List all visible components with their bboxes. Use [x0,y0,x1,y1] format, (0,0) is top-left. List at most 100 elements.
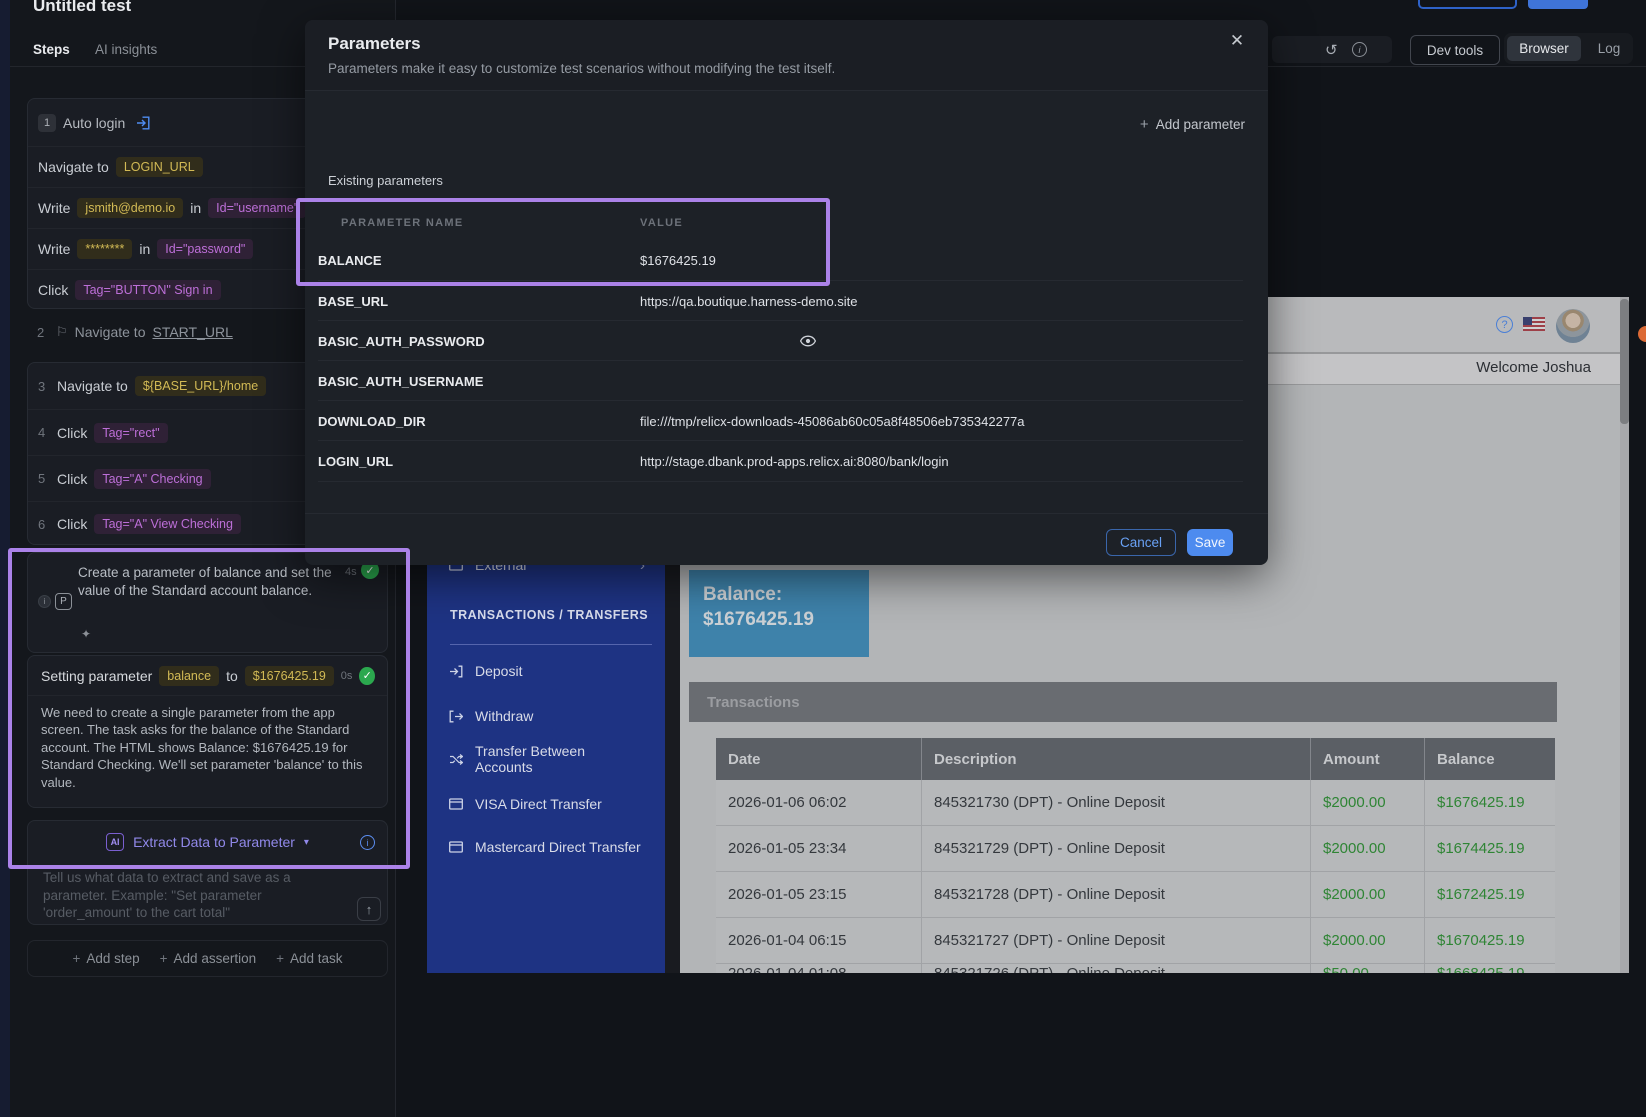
plus-icon: + [160,951,168,966]
primary-action-button-partial[interactable] [1528,0,1588,9]
col-date: Date [716,738,921,780]
save-button[interactable]: Save [1187,529,1233,556]
param-badge-balance[interactable]: balance [159,666,219,686]
param-row-balance[interactable]: BALANCE $1676425.19 [318,240,1243,280]
value-badge-balance[interactable]: $1676425.19 [245,666,334,686]
modal-header-divider [305,90,1268,91]
param-row-login-url[interactable]: LOGIN_URL http://stage.dbank.prod-apps.r… [318,440,1243,482]
tab-browser[interactable]: Browser [1507,36,1581,61]
param-row-download-dir[interactable]: DOWNLOAD_DIR file:///tmp/relicx-download… [318,400,1243,441]
modal-subtitle: Parameters make it easy to customize tes… [328,61,835,76]
add-task-button[interactable]: + Add task [276,951,342,966]
add-assertion-button[interactable]: + Add assertion [160,951,256,966]
locator-badge-rect[interactable]: Tag="rect" [94,423,167,443]
sidebar-item-transfer-between-accounts[interactable]: Transfer Between Accounts [449,750,645,768]
column-header-name: PARAMETER NAME [341,217,464,229]
setting-label: Setting parameter [41,668,152,684]
add-parameter-button[interactable]: + Add parameter [1140,116,1245,133]
start-url-link[interactable]: START_URL [152,324,232,340]
card-icon [449,798,463,810]
param-row-basic-auth-username[interactable]: BASIC_AUTH_USERNAME [318,360,1243,401]
us-flag-icon[interactable] [1523,317,1545,331]
step-connector: in [139,241,150,257]
value-badge-username[interactable]: jsmith@demo.io [77,198,183,218]
locator-badge-password[interactable]: Id="password" [157,239,253,259]
param-badge-base-url-home[interactable]: ${BASE_URL}/home [135,376,266,396]
plus-icon: + [276,951,284,966]
param-row-basic-auth-password[interactable]: BASIC_AUTH_PASSWORD [318,320,1243,361]
setting-parameter-card[interactable]: Setting parameter balance to $1676425.19… [27,655,388,808]
add-assertion-label: Add assertion [174,951,257,966]
ai-task-card[interactable]: i P Create a parameter of balance and se… [27,552,388,653]
param-name: LOGIN_URL [318,454,393,469]
sidebar-item-deposit[interactable]: Deposit [449,662,645,680]
submit-arrow-button[interactable]: ↑ [357,897,381,921]
info-icon[interactable]: i [1352,42,1367,57]
extract-input[interactable] [41,867,323,923]
locator-badge-checking[interactable]: Tag="A" Checking [94,469,210,489]
value-badge-password[interactable]: ******** [77,239,132,259]
add-parameter-label: Add parameter [1156,117,1245,132]
existing-parameters-label: Existing parameters [328,173,443,188]
ai-badge-icon: AI [106,833,124,851]
table-row[interactable]: 2026-01-05 23:34 845321729 (DPT) - Onlin… [716,826,1555,872]
param-row-base-url[interactable]: BASE_URL https://qa.boutique.harness-dem… [318,280,1243,321]
cell-description: 845321730 (DPT) - Online Deposit [921,780,1310,825]
screen: Untitled test Steps AI insights 1 Auto l… [0,0,1646,1117]
cell-date: 2026-01-06 06:02 [716,780,921,825]
extract-data-header[interactable]: AI Extract Data to Parameter ▾ [28,821,387,863]
locator-badge-username[interactable]: Id="username" [208,198,306,218]
secondary-action-button-partial[interactable] [1418,0,1517,9]
step-number: 3 [38,379,50,394]
sidebar-item-visa-direct-transfer[interactable]: VISA Direct Transfer [449,795,645,813]
add-task-label: Add task [290,951,343,966]
step-connector: in [190,200,201,216]
locator-badge-signin[interactable]: Tag="BUTTON" Sign in [75,280,220,300]
column-header-value: VALUE [640,217,683,229]
info-icon[interactable]: i [360,835,375,850]
plus-icon: + [72,951,80,966]
avatar[interactable] [1556,309,1590,343]
param-name: BASIC_AUTH_USERNAME [318,374,483,389]
parameter-type-icon: P [55,593,72,610]
scrollbar-thumb[interactable] [1620,299,1629,424]
step-number: 6 [38,517,50,532]
parameters-modal: Parameters Parameters make it easy to cu… [305,20,1268,565]
plus-icon: + [1140,116,1149,133]
help-icon[interactable]: ? [1496,316,1513,333]
setting-duration: 0s [341,670,353,682]
sidebar-item-withdraw[interactable]: Withdraw [449,707,645,725]
tab-ai-insights[interactable]: AI insights [95,40,157,60]
table-row-partial[interactable]: 2026-01-04 01:08 845321726 (DPT) - Onlin… [716,964,1555,973]
param-value: http://stage.dbank.prod-apps.relicx.ai:8… [640,454,949,469]
tab-log[interactable]: Log [1588,36,1630,61]
param-badge-login-url[interactable]: LOGIN_URL [116,157,203,177]
col-description: Description [921,738,1310,780]
sidebar-item-label: Withdraw [475,708,533,724]
transactions-table-header: Date Description Amount Balance [716,738,1555,780]
sidebar-item-label: Deposit [475,663,522,679]
cancel-button[interactable]: Cancel [1106,529,1176,556]
setting-success-check-icon: ✓ [359,667,375,685]
collapse-icon[interactable]: i [38,595,51,608]
tab-steps[interactable]: Steps [33,40,70,60]
task-prompt-text: Create a parameter of balance and set th… [78,564,363,599]
chevron-down-icon[interactable]: ▾ [304,837,309,848]
table-row[interactable]: 2026-01-04 06:15 845321727 (DPT) - Onlin… [716,918,1555,964]
modal-footer-divider [305,513,1268,514]
cell-balance: $1676425.19 [1424,780,1555,825]
table-row[interactable]: 2026-01-05 23:15 845321728 (DPT) - Onlin… [716,872,1555,918]
refresh-icon[interactable]: ↺ [1325,41,1338,59]
cell-date: 2026-01-04 06:15 [716,918,921,963]
cell-balance: $1668425.19 [1424,964,1555,973]
locator-badge-view-checking[interactable]: Tag="A" View Checking [94,514,241,534]
cell-amount: $2000.00 [1310,872,1424,917]
add-step-button[interactable]: + Add step [72,951,139,966]
cell-description: 845321728 (DPT) - Online Deposit [921,872,1310,917]
sidebar-item-mastercard-direct-transfer[interactable]: Mastercard Direct Transfer [449,838,645,856]
close-icon[interactable]: ✕ [1225,29,1249,53]
table-row[interactable]: 2026-01-06 06:02 845321730 (DPT) - Onlin… [716,780,1555,826]
task-duration: 4s [345,566,357,578]
eye-icon[interactable] [800,335,816,347]
dev-tools-button[interactable]: Dev tools [1410,35,1500,65]
